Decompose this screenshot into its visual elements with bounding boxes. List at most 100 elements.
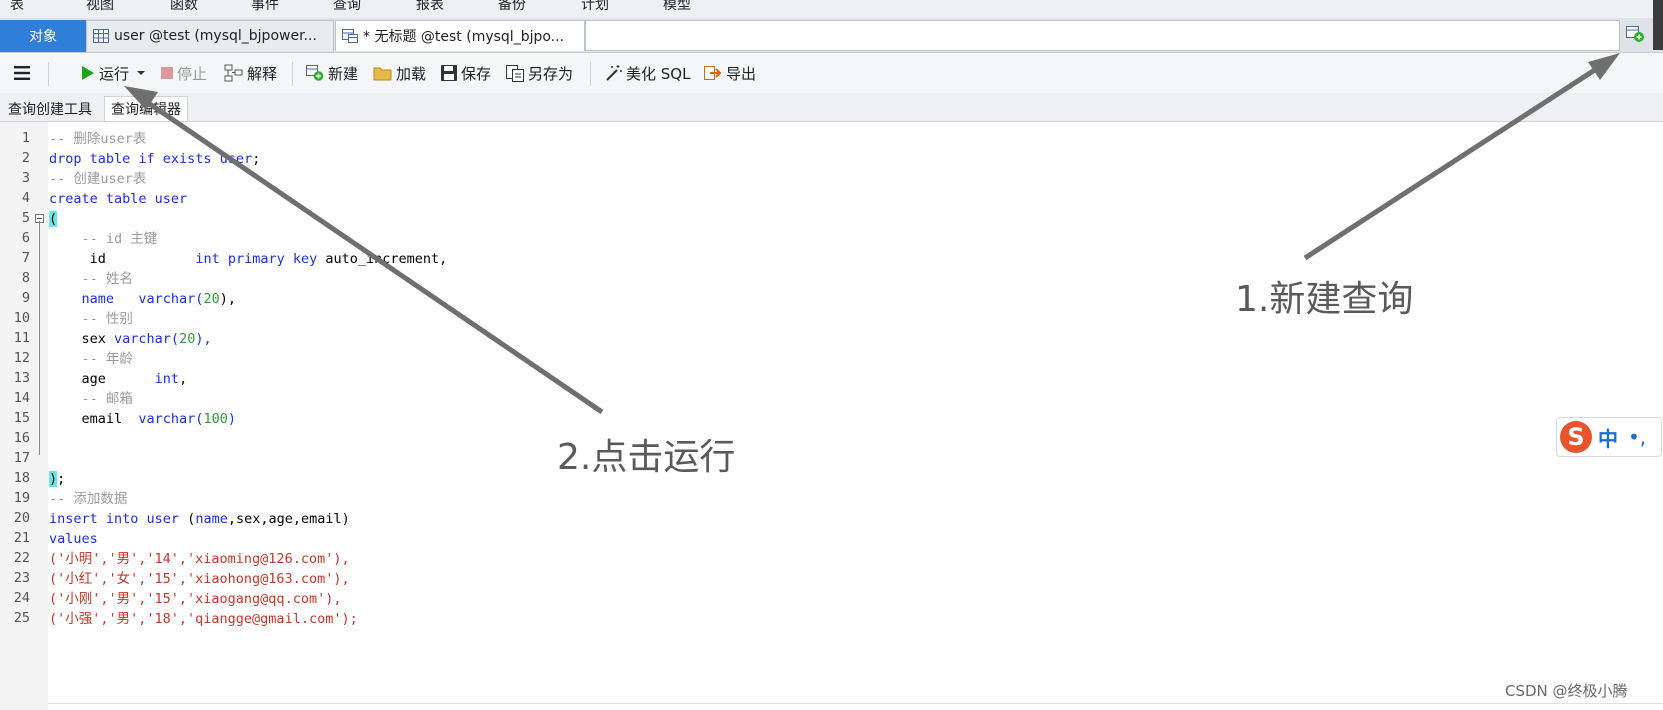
line-number: 22 — [13, 550, 30, 566]
explain-icon — [224, 64, 243, 82]
explain-label: 解释 — [247, 64, 278, 83]
line-number: 16 — [13, 430, 30, 446]
query-icon — [342, 29, 358, 43]
run-button[interactable]: 运行 — [80, 62, 150, 84]
menu-bar: 表 视图 函数 事件 查询 报表 备份 计划 模型 — [0, 0, 1663, 18]
tab-query-builder[interactable]: 查询创建工具 — [2, 96, 98, 121]
code-line: 3 -- 创建user表 — [0, 169, 1600, 189]
annotation-run: 2.点击运行 — [557, 437, 736, 478]
line-number: 15 — [13, 410, 30, 426]
stop-button[interactable]: 停止 — [160, 62, 207, 84]
save-as-label: 另存为 — [528, 64, 574, 83]
new-label: 新建 — [328, 64, 359, 83]
menu-item-query[interactable]: 查询 — [333, 0, 361, 14]
stop-icon — [161, 67, 173, 79]
chevron-down-icon[interactable] — [135, 68, 147, 78]
line-number: 9 — [21, 290, 30, 306]
folder-icon — [373, 67, 392, 81]
menu-item-model[interactable]: 模型 — [663, 0, 691, 14]
run-label: 运行 — [99, 64, 130, 83]
sogou-logo-icon: S — [1560, 421, 1592, 453]
ime-punctuation: •, — [1628, 425, 1647, 449]
ime-indicator[interactable]: S 中 •, — [1556, 417, 1662, 457]
menu-item-event[interactable]: 事件 — [251, 0, 279, 14]
menu-button[interactable] — [12, 62, 35, 84]
beautify-sql-button[interactable]: 美化 SQL — [603, 62, 690, 84]
load-button[interactable]: 加载 — [373, 62, 426, 84]
hamburger-icon — [14, 66, 30, 80]
tab-user-table[interactable]: user @test (mysql_bjpower... — [86, 20, 334, 51]
annotation-new-query: 1.新建查询 — [1235, 279, 1414, 320]
menu-item-table[interactable]: 表 — [10, 0, 24, 14]
code-line: 4 create table user — [0, 189, 1600, 209]
explain-button[interactable]: 解释 — [224, 62, 277, 84]
line-number: 19 — [13, 490, 30, 506]
code-line: 21 values — [0, 529, 1600, 549]
export-label: 导出 — [726, 64, 757, 83]
code-line: 18); — [0, 469, 1600, 489]
editor-bottom-border — [48, 703, 1663, 704]
code-line: 24 ('小刚','男','15','xiaogang@qq.com'), — [0, 589, 1600, 609]
ime-mode: 中 — [1598, 426, 1618, 451]
code-line: 7 id int primary key auto_increment, — [0, 249, 1600, 269]
magic-wand-icon — [606, 65, 622, 81]
line-number: 7 — [21, 250, 30, 266]
code-line: 11 sex varchar(20), — [0, 329, 1600, 349]
menu-item-backup[interactable]: 备份 — [498, 0, 526, 14]
code-line: 25 ('小强','男','18','qiangge@gmail.com'); — [0, 609, 1600, 629]
code-line: 15 email varchar(100) — [0, 409, 1600, 429]
line-number: 17 — [13, 450, 30, 466]
beautify-sql-label: 美化 SQL — [626, 64, 691, 83]
code-line: 16 — [0, 429, 1600, 449]
menu-item-view[interactable]: 视图 — [86, 0, 114, 14]
code-line: 19 -- 添加数据 — [0, 489, 1600, 509]
editor-subtabs: 查询创建工具 查询编辑器 — [0, 93, 1663, 122]
line-number: 18 — [13, 470, 30, 486]
code-line: 1 -- 删除user表 — [0, 129, 1600, 149]
save-label: 保存 — [461, 64, 492, 83]
line-number: 24 — [13, 590, 30, 606]
save-icon — [441, 65, 457, 81]
tab-user-table-label: user @test (mysql_bjpower... — [114, 28, 317, 44]
line-number: 13 — [13, 370, 30, 386]
save-button[interactable]: 保存 — [440, 62, 491, 84]
tab-query-editor[interactable]: 查询编辑器 — [104, 96, 188, 121]
tab-bar: 对象 user @test (mysql_bjpower... * 无标题 @t… — [0, 18, 1663, 53]
line-number: 23 — [13, 570, 30, 586]
code-line: 2 drop table if exists user; — [0, 149, 1600, 169]
code-line: 13 age int, — [0, 369, 1600, 389]
code-line: 22 ('小明','男','14','xiaoming@126.com'), — [0, 549, 1600, 569]
code-line: 20 insert into user (name,sex,age,email) — [0, 509, 1600, 529]
menu-item-function[interactable]: 函数 — [170, 0, 198, 14]
line-number: 11 — [13, 330, 30, 346]
line-number: 1 — [21, 130, 30, 146]
line-number: 12 — [13, 350, 30, 366]
load-label: 加载 — [396, 64, 427, 83]
line-number: 2 — [21, 150, 30, 166]
tab-untitled-query[interactable]: * 无标题 @test (mysql_bjpo... — [335, 20, 585, 51]
tab-strip-empty — [585, 20, 1620, 51]
menu-item-report[interactable]: 报表 — [416, 0, 444, 14]
code-line: 14 -- 邮箱 — [0, 389, 1600, 409]
window-edge — [1653, 0, 1663, 50]
new-query-toolbar-icon — [306, 65, 324, 81]
line-number: 6 — [21, 230, 30, 246]
line-number: 5 — [21, 210, 30, 226]
save-as-icon — [506, 65, 524, 82]
line-number: 21 — [13, 530, 30, 546]
new-button[interactable]: 新建 — [305, 62, 358, 84]
table-icon — [93, 29, 109, 43]
line-number: 4 — [21, 190, 30, 206]
code-line: 12 -- 年龄 — [0, 349, 1600, 369]
save-as-button[interactable]: 另存为 — [505, 62, 573, 84]
code-line: 5( — [0, 209, 1600, 229]
line-number: 3 — [21, 170, 30, 186]
line-number: 10 — [13, 310, 30, 326]
stop-label: 停止 — [177, 64, 208, 83]
new-query-icon[interactable] — [1625, 25, 1645, 43]
code-line: 23 ('小红','女','15','xiaohong@163.com'), — [0, 569, 1600, 589]
toolbar: 运行 停止 解释 新建 加载 保存 另存为 美化 SQL 导出 — [0, 53, 1663, 93]
tab-objects[interactable]: 对象 — [0, 20, 86, 52]
menu-item-schedule[interactable]: 计划 — [581, 0, 609, 14]
export-button[interactable]: 导出 — [703, 62, 756, 84]
